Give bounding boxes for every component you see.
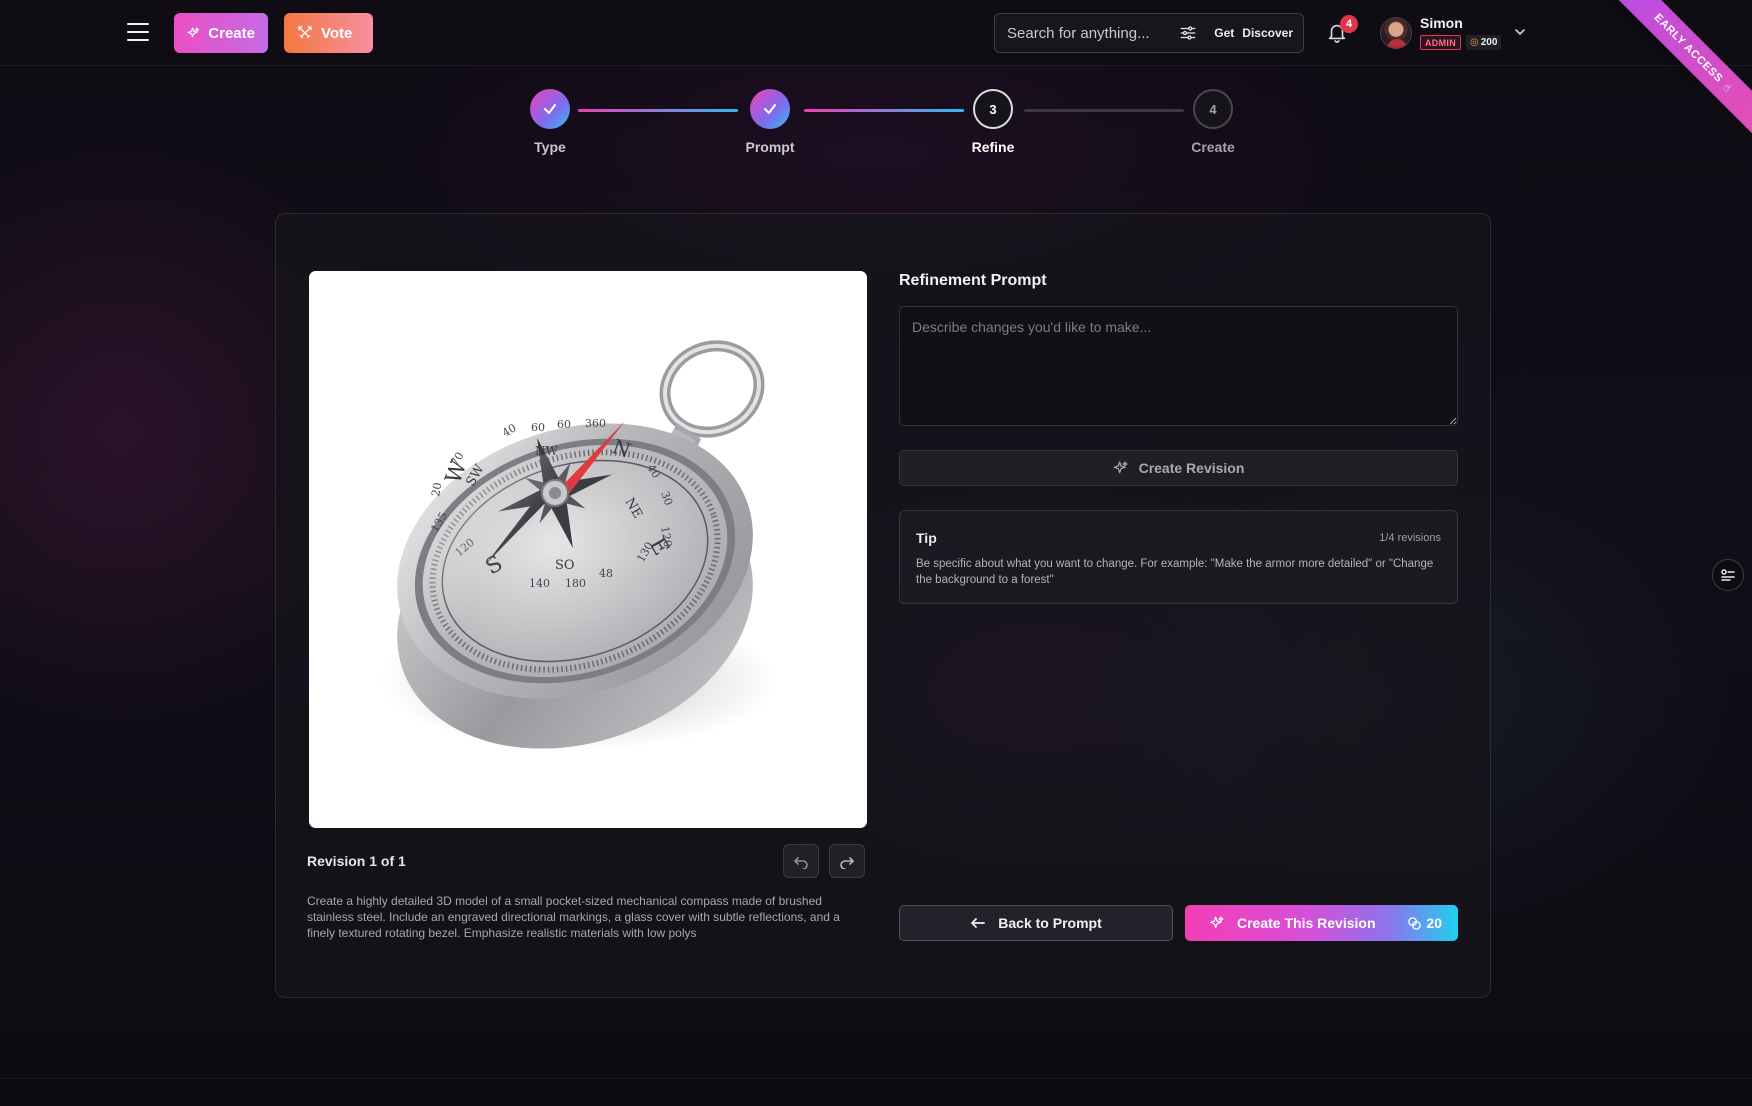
create-revision-label: Create Revision [1138, 460, 1245, 476]
check-icon [544, 104, 556, 114]
search-chip-discover[interactable]: Discover [1242, 26, 1293, 40]
step-connector [1024, 109, 1184, 112]
create-revision-button[interactable]: Create Revision [899, 450, 1458, 486]
sliders-icon[interactable] [1178, 24, 1198, 42]
menu-icon[interactable] [127, 23, 149, 41]
redo-icon [840, 857, 854, 869]
search-chip-get[interactable]: Get [1214, 26, 1234, 40]
refinement-prompt-title: Refinement Prompt [899, 272, 1047, 289]
swords-icon [298, 26, 312, 39]
step-create-circle[interactable]: 4 [1193, 89, 1233, 129]
step-prompt-label: Prompt [745, 139, 795, 155]
undo-button[interactable] [783, 844, 819, 878]
compass-image: NW NE SO SW N E S W 40 60 60 360 40 30 1… [309, 271, 867, 828]
coin-icon: ◎ [1470, 37, 1479, 48]
svg-text:20: 20 [429, 481, 444, 497]
sparkle-icon [1113, 461, 1128, 474]
vote-button[interactable]: Vote [284, 13, 373, 53]
user-name: Simon [1420, 15, 1463, 31]
create-button[interactable]: Create [174, 13, 268, 53]
back-to-prompt-label: Back to Prompt [998, 915, 1102, 931]
revision-count: 1/4 revisions [1379, 532, 1441, 544]
undo-icon [794, 857, 808, 869]
check-icon [764, 104, 776, 114]
footer-divider [0, 1078, 1752, 1079]
coins-icon [1408, 916, 1422, 930]
vote-button-label: Vote [321, 24, 353, 42]
step-prompt-circle[interactable] [750, 89, 790, 129]
back-to-prompt-button[interactable]: Back to Prompt [899, 905, 1173, 941]
create-this-revision-button[interactable]: Create This Revision 20 [1185, 905, 1458, 941]
arrow-left-icon [971, 918, 986, 928]
svg-text:60: 60 [531, 421, 545, 434]
svg-text:60: 60 [557, 418, 571, 431]
top-bar: Create Vote Get Discover 4 Simon ADMIN ◎… [0, 0, 1752, 66]
revision-label: Revision 1 of 1 [307, 853, 406, 869]
sparkle-icon [187, 27, 200, 38]
step-type-label: Type [534, 139, 566, 155]
step-create-label: Create [1191, 139, 1235, 155]
search-input[interactable] [1007, 24, 1179, 42]
refinement-prompt-input[interactable] [899, 306, 1458, 426]
revision-cost-value: 20 [1426, 915, 1442, 931]
tip-box: Tip 1/4 revisions Be specific about what… [899, 510, 1458, 604]
redo-button[interactable] [829, 844, 865, 878]
step-connector [578, 109, 738, 112]
credits-value: 200 [1480, 37, 1498, 48]
hand-icon: ☝ [1720, 81, 1735, 95]
list-settings-icon [1721, 569, 1735, 581]
credits-badge: ◎ 200 [1466, 35, 1502, 50]
tip-title: Tip [916, 530, 937, 546]
avatar[interactable] [1380, 17, 1412, 49]
role-badge: ADMIN [1420, 35, 1461, 50]
step-refine-label: Refine [971, 139, 1015, 155]
revision-description: Create a highly detailed 3D model of a s… [307, 894, 840, 940]
svg-text:360: 360 [585, 417, 606, 430]
sparkle-icon [1209, 916, 1224, 929]
preview-image: NW NE SO SW N E S W 40 60 60 360 40 30 1… [309, 271, 867, 828]
tip-text: Be specific about what you want to chang… [916, 558, 1434, 586]
create-this-revision-label: Create This Revision [1237, 915, 1376, 931]
revision-cost: 20 [1407, 915, 1442, 931]
search-bar: Get Discover [994, 13, 1304, 53]
chevron-down-icon[interactable] [1514, 26, 1526, 38]
step-type-circle[interactable] [530, 89, 570, 129]
create-button-label: Create [208, 24, 255, 42]
side-panel-toggle[interactable] [1712, 559, 1744, 591]
step-connector [804, 109, 964, 112]
notification-badge: 4 [1340, 15, 1358, 33]
step-refine-circle[interactable]: 3 [973, 89, 1013, 129]
